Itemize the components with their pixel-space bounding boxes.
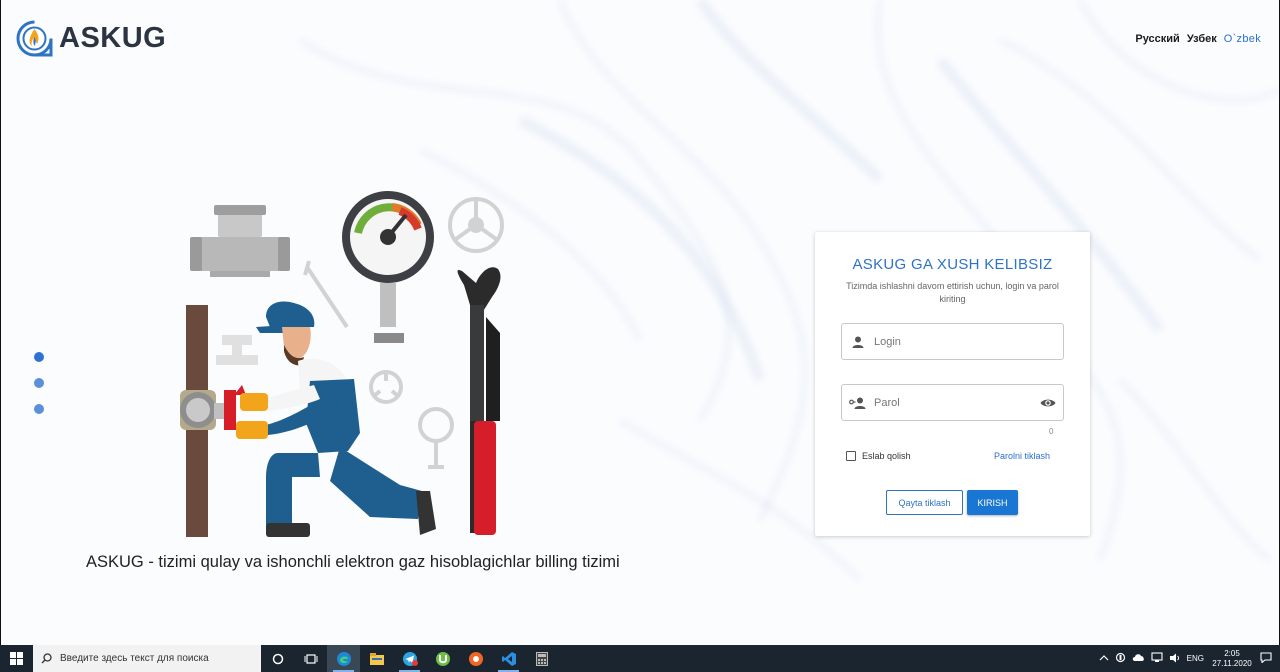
vscode-icon[interactable] (492, 645, 525, 672)
carousel-dot-3[interactable] (34, 404, 44, 414)
gas-technician-illustration (180, 191, 504, 537)
tray-chevron-up-icon[interactable] (1099, 654, 1109, 664)
task-view-icon[interactable] (294, 645, 327, 672)
taskbar-search-placeholder: Введите здесь текст для поиска (60, 653, 209, 664)
language-switcher: Русский Узбек O`zbek (1135, 33, 1261, 45)
login-input[interactable] (874, 324, 1063, 359)
onedrive-cloud-icon[interactable] (1132, 653, 1145, 664)
windows-taskbar: Введите здесь текст для поиска ENG 2:05 … (0, 645, 1280, 672)
clock-date: 27.11.2020 (1212, 658, 1252, 668)
remember-me[interactable]: Eslab qolish (846, 451, 911, 461)
edge-icon[interactable] (327, 645, 360, 672)
cortana-icon[interactable] (261, 645, 294, 672)
reset-button[interactable]: Qayta tiklash (886, 490, 963, 515)
windows-logo-icon (10, 652, 23, 665)
tray-network-status-icon[interactable] (1115, 652, 1126, 665)
chromium-icon[interactable] (459, 645, 492, 672)
carousel-dot-1[interactable] (34, 352, 44, 362)
login-submit-button[interactable]: KIRISH (967, 490, 1018, 515)
login-field (841, 323, 1064, 360)
password-input[interactable] (874, 385, 1033, 420)
carousel-indicators (34, 352, 44, 430)
taskbar-search[interactable]: Введите здесь текст для поиска (33, 645, 261, 672)
login-card: ASKUG GA XUSH KELIBSIZ Tizimda ishlashni… (815, 232, 1090, 536)
tagline: ASKUG - tizimi qulay va ishonchli elektr… (86, 553, 620, 571)
password-field (841, 384, 1064, 421)
action-center-notification-icon[interactable] (1260, 652, 1272, 665)
brand-name: ASKUG (59, 22, 167, 54)
system-tray: ENG 2:05 27.11.2020 (1099, 645, 1280, 672)
calculator-icon[interactable] (525, 645, 558, 672)
clock-time: 2:05 (1224, 648, 1240, 658)
volume-icon[interactable] (1169, 653, 1181, 665)
file-explorer-icon[interactable] (360, 645, 393, 672)
login-title: ASKUG GA XUSH KELIBSIZ (852, 256, 1053, 273)
lang-uzbek-latin[interactable]: O`zbek (1224, 33, 1261, 45)
wifi-network-icon[interactable] (1151, 652, 1163, 665)
user-icon (842, 335, 874, 349)
search-icon (41, 653, 52, 664)
lang-russian[interactable]: Русский (1135, 33, 1179, 45)
user-key-icon (842, 396, 874, 410)
system-clock[interactable]: 2:05 27.11.2020 (1210, 649, 1254, 669)
show-password-eye-icon[interactable] (1033, 398, 1063, 408)
remember-checkbox[interactable] (846, 451, 856, 461)
utorrent-icon[interactable] (426, 645, 459, 672)
carousel-dot-2[interactable] (34, 378, 44, 388)
input-language[interactable]: ENG (1187, 654, 1204, 663)
password-char-counter: 0 (1049, 427, 1054, 436)
remember-label: Eslab qolish (862, 451, 911, 461)
lang-uzbek-cyrillic[interactable]: Узбек (1187, 33, 1217, 45)
login-subtitle: Tizimda ishlashni davom ettirish uchun, … (846, 281, 1059, 304)
brand-logo[interactable]: ASKUG (16, 20, 166, 57)
forgot-password-link[interactable]: Parolni tiklash (994, 451, 1050, 461)
telegram-icon[interactable] (393, 645, 426, 672)
windows-start-button[interactable] (0, 645, 33, 672)
flame-logo-icon (16, 20, 53, 57)
